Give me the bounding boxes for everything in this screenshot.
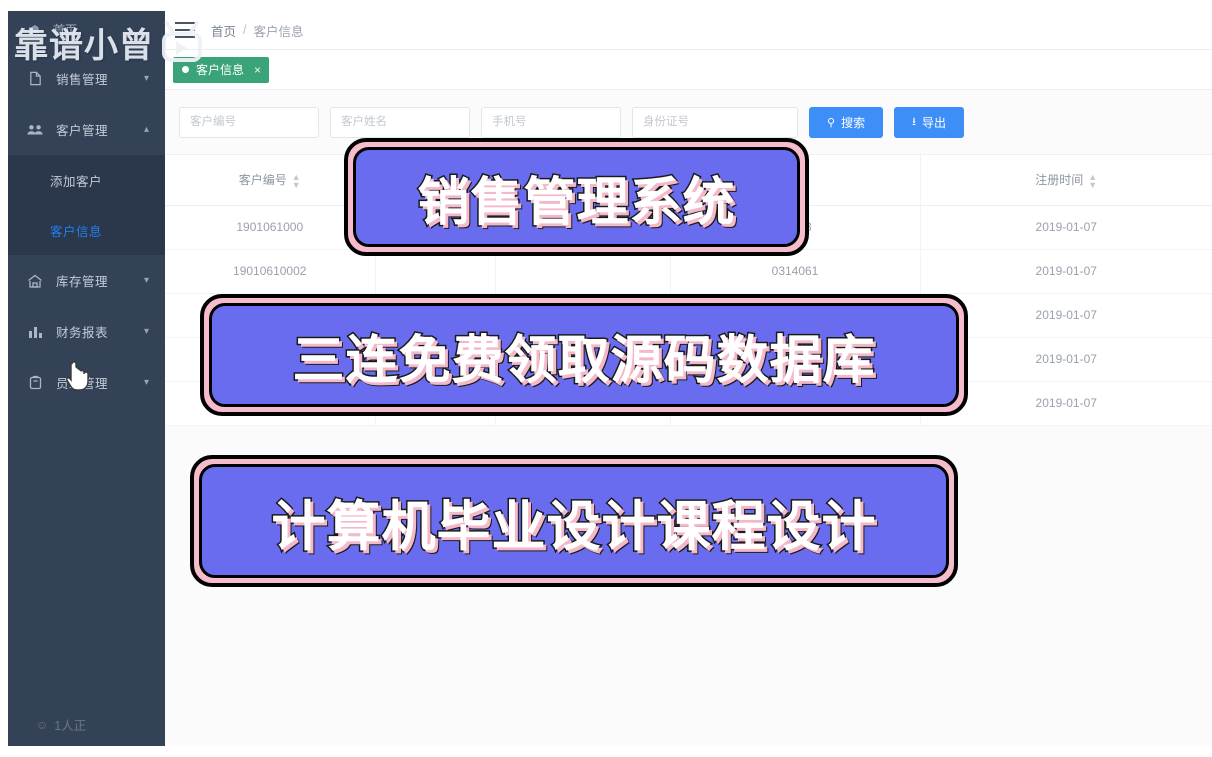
column-header-reg-time[interactable]: 注册时间 ▲ ▼: [919, 155, 1212, 206]
chevron-down-icon: ▾: [143, 325, 149, 337]
overlay-banner-title: 销售管理系统: [344, 138, 809, 256]
topbar: 首页 / 客户信息: [165, 11, 1212, 50]
chevron-down-icon: ▾: [143, 72, 149, 84]
overlay-banner-text: 三连免费领取源码数据库: [291, 329, 876, 392]
search-input-customer-no[interactable]: [179, 106, 319, 138]
window-top-strip: [0, 0, 1212, 11]
viewer-count: ☺ 1人正: [8, 715, 165, 734]
sidebar-home-label: 首页: [53, 22, 78, 37]
sidebar-item-label: 库存管理: [56, 275, 109, 289]
sort-icon[interactable]: ▲ ▼: [1088, 172, 1097, 189]
overlay-banner-inner: 三连免费领取源码数据库: [209, 303, 959, 407]
overlay-banner-service: 计算机毕业设计课程设计: [190, 455, 958, 587]
sidebar-item-sales[interactable]: 销售管理 ▾: [8, 53, 165, 104]
tab-customer-info[interactable]: 客户信息 ×: [173, 56, 270, 83]
search-input-customer-name[interactable]: [330, 106, 470, 138]
sidebar-item-label: 客户管理: [56, 124, 109, 138]
chevron-down-icon: ▾: [143, 376, 149, 388]
breadcrumb-separator: /: [243, 23, 247, 37]
sidebar-submenu-customer: 添加客户 客户信息: [8, 155, 165, 255]
column-label: 客户编号: [238, 172, 287, 187]
sidebar-menu: 销售管理 ▾ 客户管理 ▴ 添加客户 客户信息 库存管理 ▾ 财务报表 ▾ 员工…: [8, 47, 165, 408]
cell-reg-time: 2019-01-07: [919, 249, 1212, 294]
chevron-up-icon: ▴: [143, 123, 149, 135]
overlay-banner-inner: 销售管理系统: [353, 147, 800, 247]
sidebar-item-label: 财务报表: [56, 326, 109, 340]
search-input-id-card[interactable]: [632, 106, 798, 138]
search-input-phone[interactable]: [481, 106, 621, 138]
sidebar-subitem-label: 添加客户: [50, 174, 103, 189]
sidebar-item-label: 销售管理: [56, 73, 109, 87]
sidebar-item-label: 员工管理: [56, 377, 109, 391]
tab-bar: 客户信息 ×: [165, 50, 1212, 90]
column-label: 注册时间: [1035, 172, 1084, 187]
sidebar-item-add-customer[interactable]: 添加客户: [8, 155, 165, 205]
export-button[interactable]: ⭳ 导出: [894, 106, 964, 138]
overlay-banner-text: 计算机毕业设计课程设计: [270, 493, 877, 559]
sidebar-item-customer-info[interactable]: 客户信息: [8, 205, 165, 255]
sidebar-item-inventory[interactable]: 库存管理 ▾: [8, 255, 165, 306]
download-icon: ⭳: [912, 115, 916, 128]
viewer-count-label: 1人正: [54, 719, 87, 733]
sidebar-item-home[interactable]: ☗ 首页: [8, 11, 165, 47]
export-button-label: 导出: [921, 115, 946, 130]
sidebar-item-employee[interactable]: 员工管理 ▾: [8, 357, 165, 408]
tab-dot-icon: [182, 66, 189, 73]
cell-reg-time: 2019-01-07: [919, 205, 1212, 250]
breadcrumb-current: 客户信息: [253, 24, 304, 39]
search-icon: ⚲: [827, 116, 836, 129]
warehouse-icon: [26, 272, 44, 290]
close-icon[interactable]: ×: [254, 63, 261, 77]
home-icon: ☗: [30, 23, 40, 36]
cell-customer-no: 19010610002: [165, 249, 375, 294]
overlay-banner-promo: 三连免费领取源码数据库: [200, 294, 968, 416]
app-root: ☗ 首页 销售管理 ▾ 客户管理 ▴ 添加客户 客户信息 库存管理 ▾ 财务报表…: [0, 0, 1212, 757]
employee-icon: [26, 374, 44, 392]
search-button-label: 搜索: [841, 115, 866, 130]
sidebar-item-finance[interactable]: 财务报表 ▾: [8, 306, 165, 357]
sort-icon[interactable]: ▲ ▼: [292, 172, 301, 189]
hamburger-icon[interactable]: [175, 22, 197, 38]
breadcrumb-home[interactable]: 首页: [211, 21, 236, 40]
search-button[interactable]: ⚲ 搜索: [809, 106, 884, 138]
customer-icon: [26, 121, 44, 139]
sidebar-item-customer[interactable]: 客户管理 ▴: [8, 104, 165, 155]
viewers-icon: ☺: [36, 717, 49, 732]
chart-icon: [26, 323, 44, 341]
tab-label: 客户信息: [196, 63, 245, 77]
sales-icon: [26, 70, 44, 88]
chevron-down-icon: ▾: [143, 274, 149, 286]
sidebar-subitem-label: 客户信息: [50, 224, 103, 239]
breadcrumb: 首页 / 客户信息: [211, 21, 304, 40]
overlay-banner-text: 销售管理系统: [416, 171, 736, 234]
overlay-banner-inner: 计算机毕业设计课程设计: [199, 464, 949, 578]
sidebar: ☗ 首页 销售管理 ▾ 客户管理 ▴ 添加客户 客户信息 库存管理 ▾ 财务报表…: [8, 11, 165, 746]
